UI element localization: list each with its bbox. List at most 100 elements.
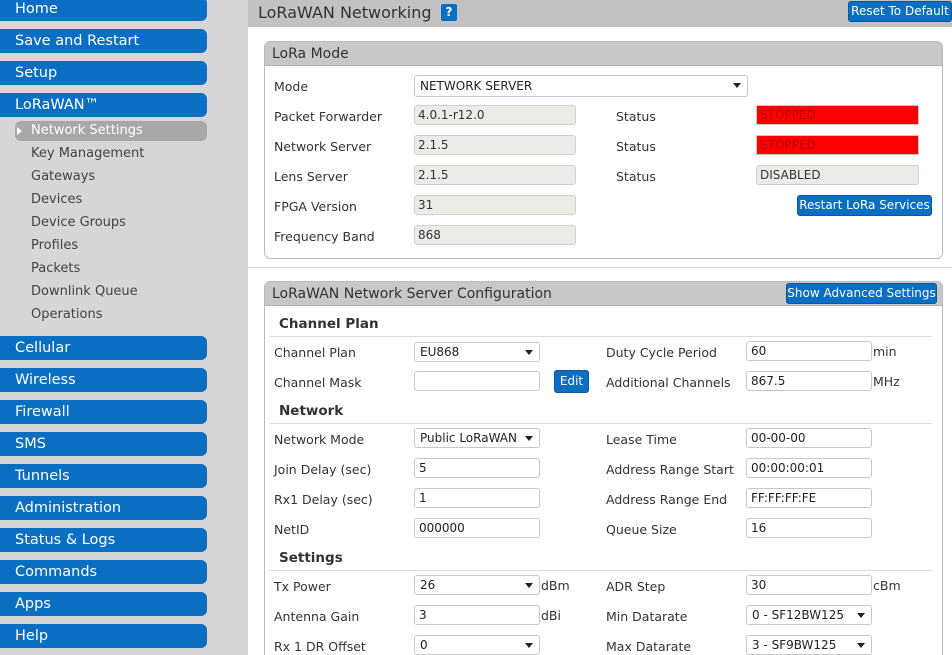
- mode-select-value: NETWORK SERVER: [420, 79, 533, 93]
- subnav-devices[interactable]: Devices: [31, 190, 82, 210]
- nav-lorawan[interactable]: LoRaWAN™: [0, 93, 207, 117]
- subnav-key-management[interactable]: Key Management: [31, 144, 144, 164]
- nav-commands[interactable]: Commands: [0, 560, 207, 584]
- restart-lora-services-button[interactable]: Restart LoRa Services: [797, 195, 932, 216]
- fpga-version-value: 31: [414, 195, 576, 215]
- nav-home[interactable]: Home: [0, 0, 207, 21]
- channel-mask-label: Channel Mask: [274, 375, 362, 390]
- subnav-packets[interactable]: Packets: [31, 259, 80, 279]
- queue-size-label: Queue Size: [606, 522, 677, 537]
- nav-cellular[interactable]: Cellular: [0, 336, 207, 360]
- lens-server-label: Lens Server: [274, 169, 348, 184]
- netid-input[interactable]: 000000: [414, 518, 540, 538]
- additional-channels-unit: MHz: [873, 374, 900, 389]
- section-settings: Settings: [279, 550, 343, 566]
- mode-select[interactable]: NETWORK SERVER: [414, 75, 748, 97]
- adr-step-input[interactable]: 30: [746, 575, 872, 595]
- channel-plan-value: EU868: [420, 345, 460, 359]
- tx-power-unit: dBm: [541, 578, 570, 593]
- frequency-band-label: Frequency Band: [274, 229, 375, 244]
- max-datarate-value: 3 - SF9BW125: [752, 638, 837, 652]
- rx1-dr-offset-select[interactable]: 0: [414, 635, 540, 655]
- antenna-gain-unit: dBi: [541, 608, 561, 623]
- channel-plan-select[interactable]: EU868: [414, 342, 540, 362]
- lora-mode-title: LoRa Mode: [265, 42, 942, 66]
- nav-tunnels[interactable]: Tunnels: [0, 464, 207, 488]
- page-header: LoRaWAN Networking ? Reset To Default: [248, 0, 952, 27]
- chevron-down-icon: [525, 350, 533, 355]
- join-delay-input[interactable]: 5: [414, 458, 540, 478]
- chevron-down-icon: [733, 83, 741, 88]
- status-label: Status: [616, 169, 656, 184]
- min-datarate-label: Min Datarate: [606, 609, 688, 624]
- rx1-dr-offset-label: Rx 1 DR Offset: [274, 639, 366, 654]
- max-datarate-select[interactable]: 3 - SF9BW125: [746, 635, 872, 655]
- mode-label: Mode: [274, 79, 309, 94]
- rx1-dr-offset-value: 0: [420, 638, 428, 652]
- subnav-profiles[interactable]: Profiles: [31, 236, 78, 256]
- chevron-down-icon: [525, 583, 533, 588]
- nav-apps[interactable]: Apps: [0, 592, 207, 616]
- divider: [270, 336, 932, 337]
- network-server-label: Network Server: [274, 139, 372, 154]
- sidebar: Home Save and Restart Setup LoRaWAN™ Net…: [0, 0, 248, 655]
- lease-time-label: Lease Time: [606, 432, 677, 447]
- chevron-down-icon: [525, 436, 533, 441]
- subnav-operations[interactable]: Operations: [31, 305, 102, 325]
- min-datarate-select[interactable]: 0 - SF12BW125: [746, 605, 872, 625]
- divider: [270, 570, 932, 571]
- reset-to-default-button[interactable]: Reset To Default: [848, 1, 952, 22]
- edit-channel-mask-button[interactable]: Edit: [554, 370, 589, 393]
- status-label: Status: [616, 139, 656, 154]
- section-channel-plan: Channel Plan: [279, 316, 379, 332]
- additional-channels-input[interactable]: 867.5: [746, 371, 872, 391]
- subnav-gateways[interactable]: Gateways: [31, 167, 95, 187]
- duty-cycle-unit: min: [873, 344, 897, 359]
- nav-setup[interactable]: Setup: [0, 61, 207, 85]
- min-datarate-value: 0 - SF12BW125: [752, 608, 844, 622]
- lease-time-input[interactable]: 00-00-00: [746, 428, 872, 448]
- rx1-delay-label: Rx1 Delay (sec): [274, 492, 373, 507]
- packet-forwarder-status: STOPPED: [756, 105, 919, 125]
- duty-cycle-input[interactable]: 60: [746, 341, 872, 361]
- section-divider: [248, 267, 952, 268]
- subnav-device-groups[interactable]: Device Groups: [31, 213, 126, 233]
- lens-server-version: 2.1.5: [414, 165, 576, 185]
- subnav-network-settings[interactable]: Network Settings: [15, 121, 207, 141]
- tx-power-value: 26: [420, 578, 436, 592]
- network-mode-value: Public LoRaWAN: [420, 431, 517, 445]
- duty-cycle-label: Duty Cycle Period: [606, 345, 717, 360]
- chevron-down-icon: [857, 643, 865, 648]
- page-title: LoRaWAN Networking: [258, 3, 432, 22]
- nav-sms[interactable]: SMS: [0, 432, 207, 456]
- network-mode-select[interactable]: Public LoRaWAN: [414, 428, 540, 448]
- channel-plan-label: Channel Plan: [274, 345, 356, 360]
- address-range-end-input[interactable]: FF:FF:FF:FE: [746, 488, 872, 508]
- antenna-gain-input[interactable]: 3: [414, 605, 540, 625]
- help-icon[interactable]: ?: [441, 4, 457, 21]
- nav-wireless[interactable]: Wireless: [0, 368, 207, 392]
- network-mode-label: Network Mode: [274, 432, 365, 447]
- rx1-delay-input[interactable]: 1: [414, 488, 540, 508]
- caret-right-icon: [17, 127, 22, 135]
- nav-firewall[interactable]: Firewall: [0, 400, 207, 424]
- max-datarate-label: Max Datarate: [606, 639, 692, 654]
- fpga-version-label: FPGA Version: [274, 199, 357, 214]
- queue-size-input[interactable]: 16: [746, 518, 872, 538]
- divider: [270, 423, 932, 424]
- nav-help[interactable]: Help: [0, 624, 207, 648]
- lens-server-status: DISABLED: [756, 165, 919, 185]
- tx-power-select[interactable]: 26: [414, 575, 540, 595]
- subnav-downlink-queue[interactable]: Downlink Queue: [31, 282, 138, 302]
- chevron-down-icon: [525, 643, 533, 648]
- address-range-start-input[interactable]: 00:00:00:01: [746, 458, 872, 478]
- packet-forwarder-version: 4.0.1-r12.0: [414, 105, 576, 125]
- nav-administration[interactable]: Administration: [0, 496, 207, 520]
- nav-save-and-restart[interactable]: Save and Restart: [0, 29, 207, 53]
- netid-label: NetID: [274, 522, 310, 537]
- channel-mask-input[interactable]: [414, 371, 540, 391]
- show-advanced-settings-button[interactable]: Show Advanced Settings: [786, 283, 937, 304]
- antenna-gain-label: Antenna Gain: [274, 609, 360, 624]
- nav-status-logs[interactable]: Status & Logs: [0, 528, 207, 552]
- additional-channels-label: Additional Channels: [606, 375, 731, 390]
